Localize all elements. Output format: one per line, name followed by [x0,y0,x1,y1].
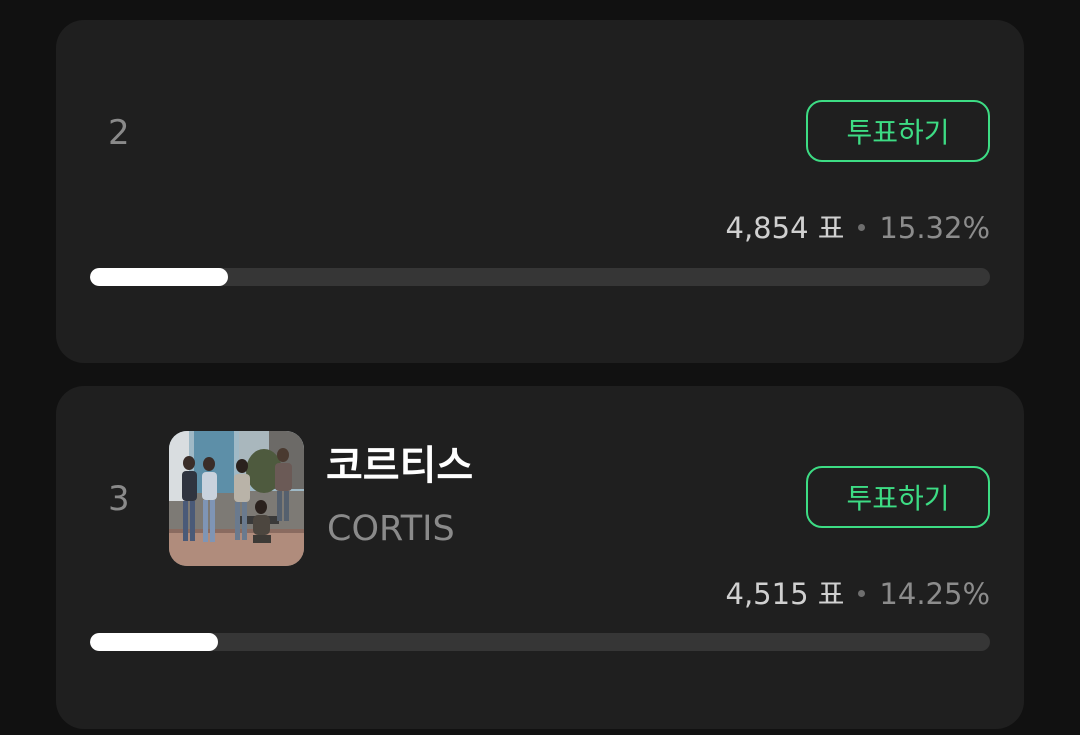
artist-photo-image [169,431,304,566]
vote-count: 4,854 표 [725,211,845,245]
vote-ranking-list: 2 투표하기 4,854 표 15.32% 3 코르티스 CORTIS 투표하기… [0,0,1080,735]
vote-count: 4,515 표 [725,577,845,611]
vote-percentage: 15.32% [879,211,990,245]
vote-stats: 4,515 표 14.25% [726,580,991,609]
rank-number: 2 [108,113,130,153]
vote-progress-fill [90,268,228,286]
vote-progress-fill [90,633,219,651]
vote-progress-bar [90,268,990,286]
separator-dot-icon [858,223,866,231]
artist-photo [169,431,304,566]
vote-stats: 4,854 표 15.32% [726,214,991,243]
artist-name: 코르티스 [326,443,474,489]
ranking-card: 3 코르티스 CORTIS 투표하기 4,515 표 14.25% [56,386,1024,729]
vote-progress-bar [90,633,990,651]
vote-percentage: 14.25% [879,577,990,611]
vote-button[interactable]: 투표하기 [806,466,990,528]
separator-dot-icon [858,589,866,597]
vote-button[interactable]: 투표하기 [806,100,990,162]
rank-number: 3 [108,479,130,519]
artist-name-english: CORTIS [327,509,455,549]
ranking-card: 2 투표하기 4,854 표 15.32% [56,20,1024,363]
